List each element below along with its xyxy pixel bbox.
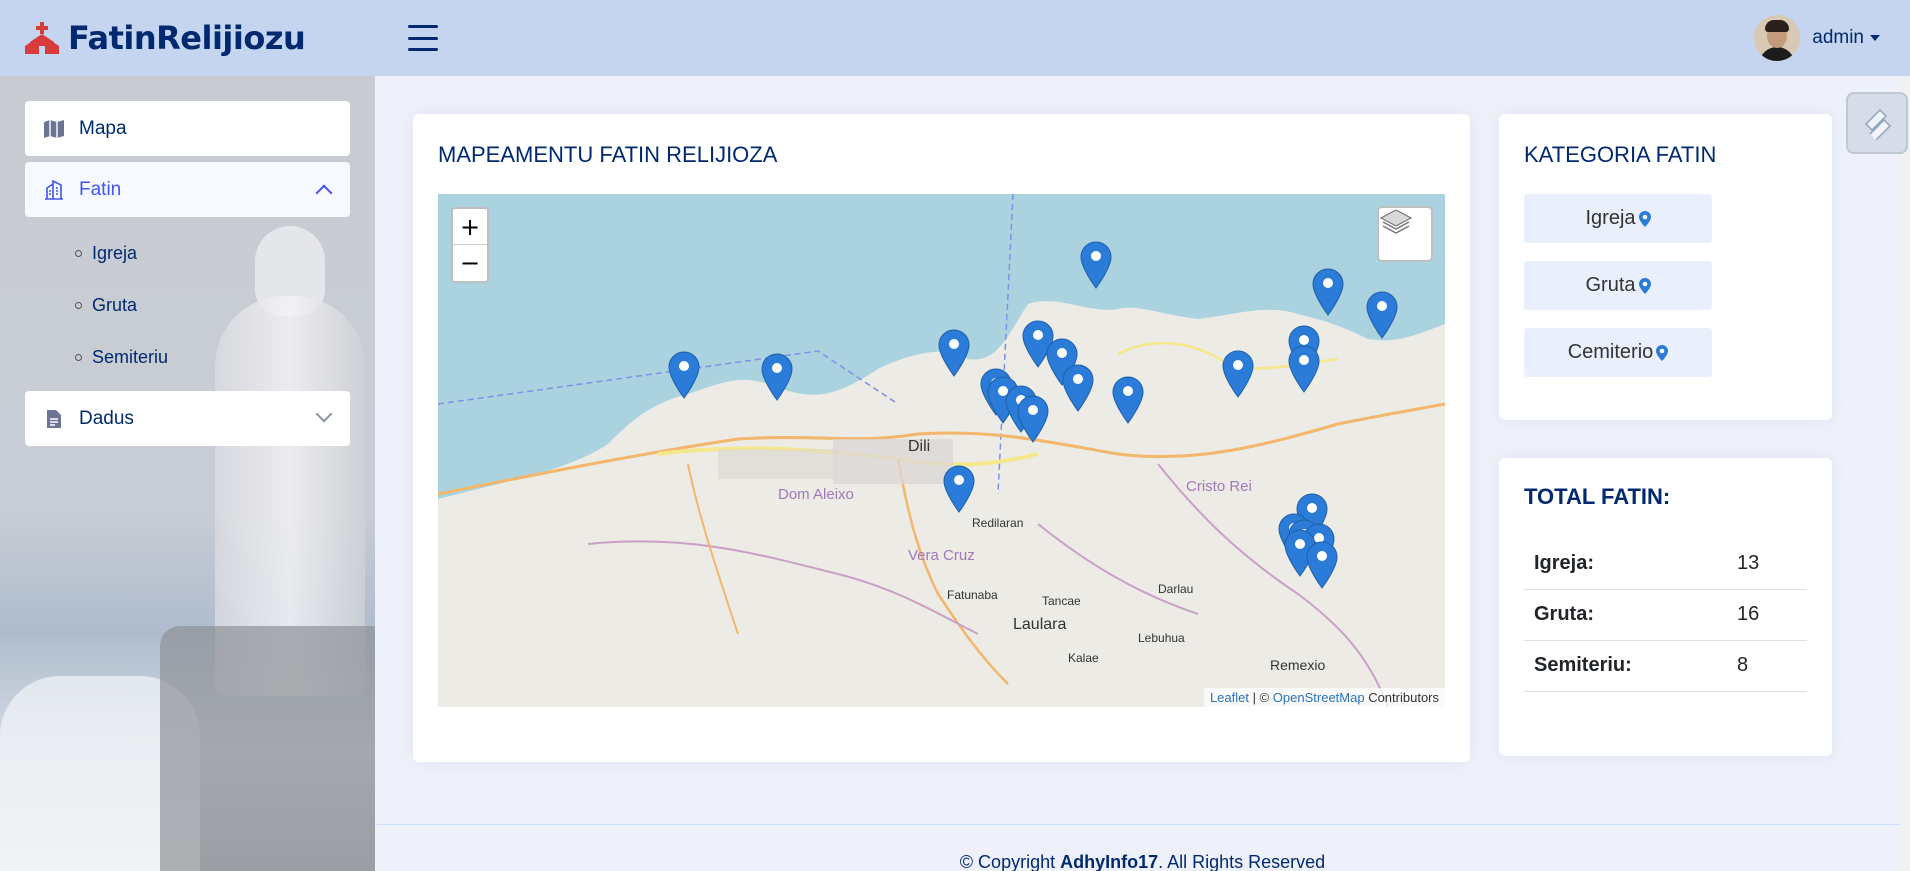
table-row: Semiteriu: 8: [1524, 640, 1807, 692]
total-value: 13: [1737, 538, 1807, 590]
total-card: TOTAL FATIN: Igreja: 13 Gruta: 16 Semite…: [1499, 458, 1832, 756]
category-card: KATEGORIA FATIN Igreja Gruta Cemiterio: [1499, 114, 1832, 420]
user-profile-dropdown[interactable]: admin: [1754, 15, 1880, 61]
circle-icon: [75, 353, 82, 361]
sidebar-nav: Mapa Fatin Igreja Gruta Semiteriu Dadus: [25, 101, 350, 452]
total-value: 8: [1737, 640, 1807, 692]
table-row: Gruta: 16: [1524, 589, 1807, 641]
total-card-title: TOTAL FATIN:: [1524, 484, 1671, 509]
submenu-item-gruta[interactable]: Gruta: [75, 279, 350, 331]
sidebar-bg-pillar: [160, 626, 375, 871]
map-place-label: Darlau: [1158, 582, 1193, 596]
map-card-title: MAPEAMENTU FATIN RELIJIOZA: [438, 142, 778, 167]
layers-button[interactable]: [1377, 206, 1433, 262]
map-marker-icon: [1656, 344, 1669, 361]
document-icon: [43, 409, 65, 429]
sidebar-item-dadus[interactable]: Dadus: [25, 391, 350, 446]
map-marker-icon: [1638, 210, 1651, 227]
top-header: FatinRelijiozu admin: [0, 0, 1910, 76]
submenu-item-igreja[interactable]: Igreja: [75, 227, 350, 279]
map-attribution: Leaflet | © OpenStreetMap Contributors: [1203, 688, 1445, 707]
chevron-up-icon: [315, 184, 333, 202]
map-card: MAPEAMENTU FATIN RELIJIOZA Dom Aleixo Cr…: [413, 114, 1470, 762]
chevron-down-icon: [315, 405, 333, 423]
footer-suffix: . All Rights Reserved: [1158, 852, 1326, 871]
scrollbar[interactable]: [1900, 76, 1910, 871]
avatar: [1754, 15, 1801, 61]
table-row: Igreja: 13: [1524, 538, 1807, 590]
map-icon: [43, 119, 65, 139]
footer-owner: AdhyInfo17: [1060, 852, 1159, 871]
zoom-control: + −: [451, 207, 489, 283]
attribution-suffix: Contributors: [1364, 690, 1439, 705]
leaflet-link[interactable]: Leaflet: [1210, 690, 1249, 705]
church-logo-icon: [25, 22, 59, 54]
sidebar-item-label: Dadus: [79, 407, 134, 429]
circle-icon: [75, 249, 82, 257]
caret-down-icon: [1870, 35, 1880, 41]
submenu-item-semiteriu[interactable]: Semiteriu: [75, 331, 350, 383]
user-name: admin: [1812, 27, 1864, 48]
footer-prefix: © Copyright: [959, 852, 1061, 871]
map-place-label: Kalae: [1068, 651, 1099, 665]
category-label: Cemiterio: [1567, 341, 1654, 363]
map-place-label: Vera Cruz: [908, 547, 975, 564]
total-value: 16: [1737, 589, 1807, 641]
map-tiles: Dom Aleixo Cristo Rei Dili Vera Cruz Red…: [438, 194, 1445, 707]
map-place-label: Redilaran: [972, 516, 1023, 530]
map-place-label: Laulara: [1013, 616, 1066, 633]
category-label: Igreja: [1585, 207, 1636, 229]
map-place-label: Cristo Rei: [1186, 478, 1252, 495]
sidebar-item-fatin[interactable]: Fatin: [25, 162, 350, 217]
map-marker-icon: [1638, 277, 1651, 294]
map-place-label: Remexio: [1270, 657, 1325, 673]
layers-icon: [1379, 209, 1413, 234]
total-key: Semiteriu:: [1524, 640, 1737, 692]
category-gruta-button[interactable]: Gruta: [1524, 261, 1712, 310]
footer: © Copyright AdhyInfo17. All Rights Reser…: [375, 824, 1910, 871]
map-place-label: Dom Aleixo: [778, 486, 854, 503]
app-logo[interactable]: FatinRelijiozu: [24, 19, 394, 57]
map-place-label: Lebuhua: [1138, 631, 1185, 645]
circle-icon: [75, 301, 82, 309]
osm-link[interactable]: OpenStreetMap: [1273, 690, 1365, 705]
leaflet-map[interactable]: Dom Aleixo Cristo Rei Dili Vera Cruz Red…: [438, 194, 1445, 707]
zoom-in-button[interactable]: +: [453, 209, 487, 245]
zoom-out-button[interactable]: −: [453, 245, 487, 281]
sidebar-item-label: Mapa: [79, 117, 127, 139]
map-place-label: Tancae: [1042, 594, 1081, 608]
submenu-item-label: Gruta: [92, 294, 138, 315]
category-label: Gruta: [1585, 274, 1636, 296]
sidebar-item-label: Fatin: [79, 178, 122, 200]
total-key: Igreja:: [1524, 538, 1737, 590]
theme-switcher-button[interactable]: [1846, 92, 1908, 154]
building-icon: [43, 179, 65, 200]
total-key: Gruta:: [1524, 589, 1737, 641]
submenu-item-label: Semiteriu: [92, 346, 169, 367]
attribution-separator: | ©: [1249, 690, 1273, 705]
app-title: FatinRelijiozu: [68, 19, 306, 57]
sidebar-item-mapa[interactable]: Mapa: [25, 101, 350, 156]
map-place-label: Fatunaba: [947, 588, 998, 602]
theme-switcher-icon: [1864, 108, 1892, 140]
fatin-submenu: Igreja Gruta Semiteriu: [25, 223, 350, 391]
category-igreja-button[interactable]: Igreja: [1524, 194, 1712, 243]
hamburger-menu-icon[interactable]: [408, 25, 438, 51]
map-place-label: Dili: [908, 438, 930, 455]
category-card-title: KATEGORIA FATIN: [1524, 142, 1717, 167]
category-cemiterio-button[interactable]: Cemiterio: [1524, 328, 1712, 377]
total-table: Igreja: 13 Gruta: 16 Semiteriu: 8: [1524, 538, 1807, 692]
submenu-item-label: Igreja: [92, 242, 138, 263]
